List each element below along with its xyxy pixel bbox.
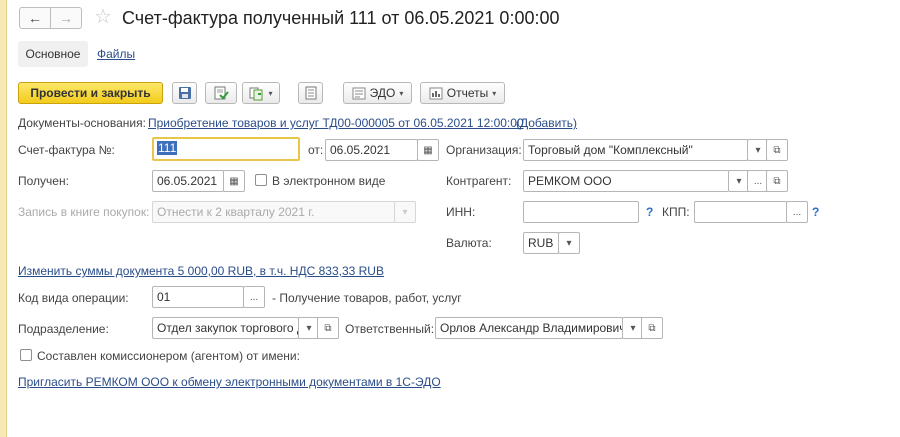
create-based-on-icon (249, 87, 263, 100)
tab-main[interactable]: Основное (18, 41, 88, 67)
dots-icon: ... (249, 291, 259, 303)
post-button[interactable] (205, 82, 237, 104)
invoice-number-label: Счет-фактура №: (18, 143, 115, 157)
currency-dropdown-button[interactable]: ▾ (558, 232, 580, 254)
inn-field[interactable] (523, 201, 639, 223)
kpp-field[interactable] (694, 201, 787, 223)
chevron-down-icon: ▾ (492, 88, 497, 98)
post-and-close-button[interactable]: Провести и закрыть (18, 82, 163, 104)
responsible-open-button[interactable]: ⧉ (641, 317, 663, 339)
responsible-field[interactable]: Орлов Александр Владимирович (435, 317, 623, 339)
invoice-date-label: от: (308, 143, 324, 157)
change-amounts-link[interactable]: Изменить суммы документа 5 000,00 RUB, в… (18, 264, 384, 278)
edo-label: ЭДО (369, 86, 396, 100)
left-panel-strip (0, 0, 7, 437)
tab-files[interactable]: Файлы (97, 47, 135, 61)
kpp-label: КПП: (662, 205, 690, 219)
forward-button[interactable]: → (50, 7, 82, 29)
department-open-button[interactable]: ⧉ (317, 317, 339, 339)
invoice-date-calendar-button[interactable]: ▦ (417, 139, 439, 161)
received-date-calendar-button[interactable]: ▦ (223, 170, 245, 192)
electronic-label: В электронном виде (272, 174, 386, 188)
electronic-checkbox[interactable] (255, 174, 267, 186)
open-icon: ⧉ (773, 175, 781, 187)
invoice-number-field[interactable]: 111 (152, 137, 300, 161)
organization-field[interactable]: Торговый дом "Комплексный" (523, 139, 748, 161)
kpp-help-icon[interactable]: ? (812, 205, 819, 219)
currency-field[interactable]: RUB (523, 232, 559, 254)
basis-document-link[interactable]: Приобретение товаров и услуг ТД00-000005… (148, 116, 524, 130)
invoice-number-value: 111 (157, 141, 178, 155)
calendar-icon: ▦ (423, 144, 433, 156)
chevron-down-icon: ▾ (402, 206, 408, 218)
open-icon: ⧉ (324, 322, 332, 334)
reports-label: Отчеты (446, 86, 489, 100)
report-icon (429, 87, 443, 99)
document-list-icon (305, 86, 316, 100)
chevron-down-icon: ▾ (630, 322, 636, 334)
basis-documents-label: Документы-основания: (18, 116, 146, 130)
edo-icon (352, 87, 366, 99)
purchase-book-label: Запись в книге покупок: (18, 205, 150, 219)
operation-code-label: Код вида операции: (18, 291, 129, 305)
reports-menu-button[interactable]: Отчеты ▾ (420, 82, 505, 104)
kpp-select-button[interactable]: ... (786, 201, 808, 223)
calendar-icon: ▦ (229, 175, 239, 187)
favorite-star-icon[interactable]: ☆ (94, 4, 112, 29)
received-label: Получен: (18, 174, 69, 188)
counterparty-field[interactable]: РЕМКОМ ООО (523, 170, 729, 192)
inn-help-icon[interactable]: ? (646, 205, 653, 219)
invoice-date-field[interactable]: 06.05.2021 (325, 139, 418, 161)
arrow-left-icon: ← (28, 10, 42, 26)
department-field[interactable]: Отдел закупок торгового д (152, 317, 299, 339)
organization-label: Организация: (446, 143, 522, 157)
floppy-disk-icon (178, 87, 191, 99)
responsible-label: Ответственный: (345, 322, 435, 336)
purchase-book-field: Отнести к 2 кварталу 2021 г. (152, 201, 395, 223)
organization-open-button[interactable]: ⧉ (766, 139, 788, 161)
operation-code-field[interactable]: 01 (152, 286, 244, 308)
create-based-on-button[interactable]: ▾ (242, 82, 280, 104)
dots-icon: ... (753, 175, 763, 187)
purchase-book-dropdown-button: ▾ (394, 201, 416, 223)
counterparty-label: Контрагент: (446, 174, 512, 188)
chevron-down-icon: ▾ (399, 88, 404, 98)
add-basis-link[interactable]: (Добавить) (516, 116, 577, 130)
inn-label: ИНН: (446, 205, 476, 219)
open-icon: ⧉ (648, 322, 656, 334)
dots-icon: ... (792, 206, 802, 218)
invite-edo-link[interactable]: Пригласить РЕМКОМ ООО к обмену электронн… (18, 375, 441, 389)
counterparty-open-button[interactable]: ⧉ (766, 170, 788, 192)
arrow-right-icon: → (59, 10, 73, 26)
chevron-down-icon: ▾ (566, 237, 572, 249)
currency-label: Валюта: (446, 236, 492, 250)
operation-description: - Получение товаров, работ, услуг (272, 291, 462, 305)
operation-code-select-button[interactable]: ... (243, 286, 265, 308)
post-document-icon (214, 86, 229, 99)
department-label: Подразделение: (18, 322, 109, 336)
commission-label: Составлен комиссионером (агентом) от име… (37, 349, 300, 363)
journal-button[interactable] (298, 82, 323, 104)
chevron-down-icon: ▾ (268, 88, 273, 98)
page-title: Счет-фактура полученный 111 от 06.05.202… (122, 8, 560, 28)
back-button[interactable]: ← (19, 7, 51, 29)
chevron-down-icon: ▾ (736, 175, 742, 187)
commission-checkbox[interactable] (20, 349, 32, 361)
chevron-down-icon: ▾ (755, 144, 761, 156)
edo-menu-button[interactable]: ЭДО ▾ (343, 82, 412, 104)
received-date-field[interactable]: 06.05.2021 (152, 170, 224, 192)
open-icon: ⧉ (773, 144, 781, 156)
chevron-down-icon: ▾ (306, 322, 312, 334)
save-button[interactable] (172, 82, 197, 104)
